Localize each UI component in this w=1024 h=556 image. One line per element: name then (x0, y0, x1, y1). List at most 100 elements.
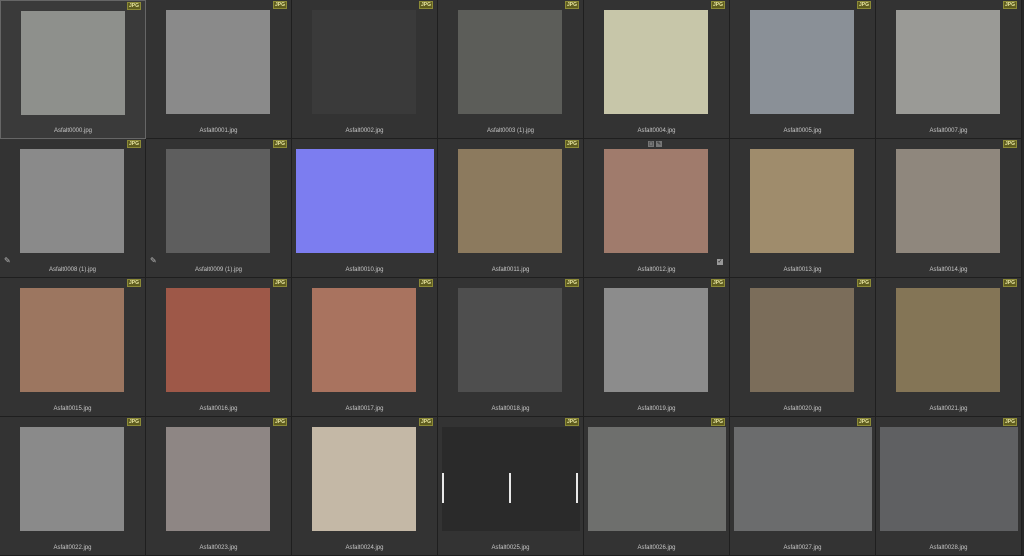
texture-tile[interactable]: JPG Asfalt0025.jpg (438, 417, 584, 556)
texture-thumbnail (312, 427, 416, 531)
pencil-icon: ✎ (150, 256, 157, 265)
texture-tile[interactable]: JPG Asfalt0027.jpg (730, 417, 876, 556)
file-name-label: Asfalt0003 (1).jpg (486, 128, 535, 134)
texture-thumbnail (21, 11, 125, 115)
file-name-label: Asfalt0014.jpg (929, 267, 968, 273)
file-type-badge: JPG (856, 279, 871, 287)
tile-hover-tools: ▢ ✎ (648, 141, 662, 147)
file-name-label: Asfalt0012.jpg (637, 267, 676, 273)
texture-tile[interactable]: JPG Asfalt0011.jpg (438, 139, 584, 278)
file-name-label: Asfalt0008 (1).jpg (48, 267, 97, 273)
lane-line (442, 473, 444, 503)
texture-thumbnail (458, 10, 562, 114)
texture-tile[interactable]: JPG Asfalt0000.jpg (0, 0, 146, 139)
texture-thumbnail (734, 427, 872, 531)
file-name-label: Asfalt0007.jpg (929, 128, 968, 134)
texture-tile[interactable]: JPG Asfalt0014.jpg (876, 139, 1022, 278)
lane-line (509, 473, 511, 503)
texture-thumbnail (442, 427, 580, 531)
file-name-label: Asfalt0026.jpg (637, 545, 676, 551)
file-type-badge: JPG (1002, 418, 1017, 426)
file-type-badge: JPG (272, 418, 287, 426)
texture-tile[interactable]: JPG Asfalt0028.jpg (876, 417, 1022, 556)
file-type-badge: JPG (710, 279, 725, 287)
texture-thumbnail (588, 427, 726, 531)
texture-grid: JPG Asfalt0000.jpg JPG Asfalt0001.jpg JPG Asf… (0, 0, 1024, 556)
texture-tile[interactable]: Asfalt0010.jpg (292, 139, 438, 278)
file-type-badge: JPG (418, 418, 433, 426)
texture-tile[interactable]: JPG Asfalt0017.jpg (292, 278, 438, 417)
texture-tile[interactable]: JPG Asfalt0002.jpg (292, 0, 438, 139)
preview-icon[interactable]: ▢ (648, 141, 654, 147)
texture-thumbnail (896, 288, 1000, 392)
texture-tile[interactable]: JPG Asfalt0023.jpg (146, 417, 292, 556)
file-name-label: Asfalt0018.jpg (491, 406, 530, 412)
file-name-label: Asfalt0025.jpg (491, 545, 530, 551)
file-type-badge: JPG (1002, 279, 1017, 287)
texture-thumbnail (458, 149, 562, 253)
file-name-label: Asfalt0016.jpg (199, 406, 238, 412)
texture-tile[interactable]: JPG Asfalt0016.jpg (146, 278, 292, 417)
texture-tile[interactable]: JPG Asfalt0005.jpg (730, 0, 876, 139)
file-type-badge: JPG (564, 279, 579, 287)
texture-thumbnail (750, 288, 854, 392)
texture-thumbnail (312, 288, 416, 392)
file-type-badge: JPG (564, 140, 579, 148)
texture-thumbnail (20, 427, 124, 531)
file-name-label: Asfalt0015.jpg (53, 406, 92, 412)
pencil-icon: ✎ (4, 256, 11, 265)
texture-tile[interactable]: JPG Asfalt0022.jpg (0, 417, 146, 556)
file-type-badge: JPG (564, 1, 579, 9)
file-name-label: Asfalt0028.jpg (929, 545, 968, 551)
texture-thumbnail (604, 149, 708, 253)
texture-tile[interactable]: JPG Asfalt0024.jpg (292, 417, 438, 556)
texture-thumbnail (20, 288, 124, 392)
texture-tile[interactable]: JPG Asfalt0026.jpg (584, 417, 730, 556)
file-name-label: Asfalt0004.jpg (637, 128, 676, 134)
texture-tile[interactable]: JPG Asfalt0019.jpg (584, 278, 730, 417)
file-type-badge: JPG (126, 2, 141, 10)
texture-thumbnail (604, 288, 708, 392)
file-name-label: Asfalt0013.jpg (783, 267, 822, 273)
texture-tile[interactable]: JPG ✎ Asfalt0008 (1).jpg (0, 139, 146, 278)
texture-tile[interactable]: JPG Asfalt0007.jpg (876, 0, 1022, 139)
file-type-badge: JPG (272, 1, 287, 9)
file-type-badge: JPG (272, 279, 287, 287)
file-name-label: Asfalt0000.jpg (53, 128, 93, 134)
file-name-label: Asfalt0020.jpg (783, 406, 822, 412)
file-type-badge: JPG (126, 279, 141, 287)
texture-thumbnail (20, 149, 124, 253)
texture-thumbnail (166, 10, 270, 114)
texture-tile[interactable]: JPG Asfalt0021.jpg (876, 278, 1022, 417)
texture-thumbnail (166, 288, 270, 392)
file-type-badge: JPG (126, 418, 141, 426)
file-type-badge: JPG (856, 1, 871, 9)
texture-tile[interactable]: JPG Asfalt0018.jpg (438, 278, 584, 417)
lane-line (576, 473, 578, 503)
texture-tile[interactable]: ▢ ✎ ✓ Asfalt0012.jpg (584, 139, 730, 278)
file-type-badge: JPG (418, 1, 433, 9)
file-name-label: Asfalt0005.jpg (783, 128, 822, 134)
texture-thumbnail (296, 149, 434, 253)
file-type-badge: JPG (564, 418, 579, 426)
texture-tile[interactable]: JPG Asfalt0020.jpg (730, 278, 876, 417)
file-name-label: Asfalt0027.jpg (783, 545, 822, 551)
texture-tile[interactable]: JPG Asfalt0004.jpg (584, 0, 730, 139)
check-icon[interactable]: ✓ (717, 259, 723, 265)
texture-tile[interactable]: JPG Asfalt0003 (1).jpg (438, 0, 584, 139)
file-type-badge: JPG (272, 140, 287, 148)
edit-icon[interactable]: ✎ (656, 141, 662, 147)
texture-thumbnail (458, 288, 562, 392)
texture-tile[interactable]: JPG Asfalt0015.jpg (0, 278, 146, 417)
file-name-label: Asfalt0023.jpg (199, 545, 238, 551)
texture-thumbnail (750, 149, 854, 253)
texture-tile[interactable]: JPG Asfalt0001.jpg (146, 0, 292, 139)
texture-thumbnail (166, 427, 270, 531)
file-type-badge: JPG (710, 1, 725, 9)
file-name-label: Asfalt0019.jpg (637, 406, 676, 412)
texture-tile[interactable]: Asfalt0013.jpg (730, 139, 876, 278)
file-name-label: Asfalt0021.jpg (929, 406, 968, 412)
file-name-label: Asfalt0009 (1).jpg (194, 267, 243, 273)
file-name-label: Asfalt0001.jpg (199, 128, 238, 134)
texture-tile[interactable]: JPG ✎ Asfalt0009 (1).jpg (146, 139, 292, 278)
